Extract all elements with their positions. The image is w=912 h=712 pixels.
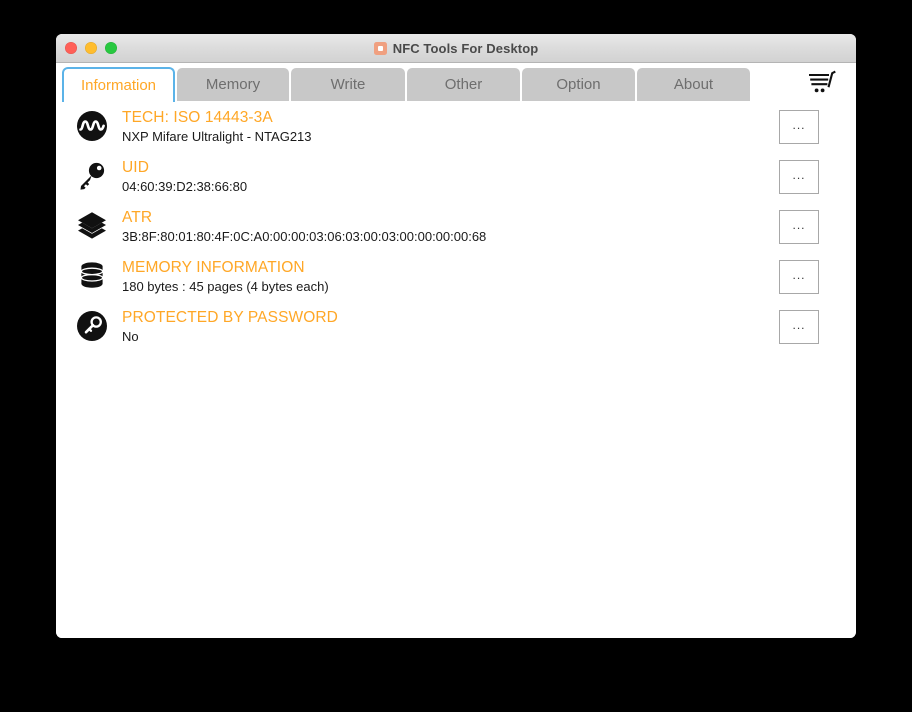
tab-option[interactable]: Option [522, 68, 635, 101]
info-row-value: 04:60:39:D2:38:66:80 [122, 178, 248, 194]
info-row-title: MEMORY INFORMATION [122, 258, 305, 276]
atr-more-button[interactable]: ... [779, 210, 819, 244]
info-row-atr: ATR 3B:8F:80:01:80:4F:0C:A0:00:00:03:06:… [56, 201, 856, 251]
tab-other[interactable]: Other [407, 68, 520, 101]
info-row-value: No [122, 328, 139, 344]
info-row-title: TECH: ISO 14443-3A [122, 108, 273, 126]
memory-more-button[interactable]: ... [779, 260, 819, 294]
tab-write[interactable]: Write [291, 68, 405, 101]
tab-label: Information [80, 77, 157, 94]
application-window: NFC Tools For Desktop Information Memory… [56, 34, 856, 638]
info-row-title: ATR [122, 208, 153, 226]
app-icon [373, 41, 387, 55]
info-row-value: 3B:8F:80:01:80:4F:0C:A0:00:00:03:06:03:0… [122, 228, 487, 244]
info-row-value: NXP Mifare Ultralight - NTAG213 [122, 128, 312, 144]
tab-information[interactable]: Information [62, 67, 175, 102]
database-icon [74, 258, 110, 294]
nfc-wave-icon [74, 108, 110, 144]
desktop-background: NFC Tools For Desktop Information Memory… [0, 0, 912, 712]
info-row-value: 180 bytes : 45 pages (4 bytes each) [122, 278, 329, 294]
info-row-tech: TECH: ISO 14443-3A NXP Mifare Ultralight… [56, 101, 856, 151]
info-row-memory: MEMORY INFORMATION 180 bytes : 45 pages … [56, 251, 856, 301]
uid-more-button[interactable]: ... [779, 160, 819, 194]
tab-about[interactable]: About [637, 68, 750, 101]
info-row-password: PROTECTED BY PASSWORD No ... [56, 301, 856, 351]
key-icon [74, 158, 110, 194]
minimize-button[interactable] [85, 42, 97, 54]
maximize-button[interactable] [105, 42, 117, 54]
shopping-cart-button[interactable] [804, 68, 840, 98]
tab-label: Write [330, 76, 366, 93]
tab-bar: Information Memory Write Other Option Ab… [56, 63, 856, 102]
info-row-text: ATR 3B:8F:80:01:80:4F:0C:A0:00:00:03:06:… [122, 208, 486, 245]
window-controls [65, 34, 117, 62]
information-panel: TECH: ISO 14443-3A NXP Mifare Ultralight… [56, 101, 856, 638]
info-row-text: PROTECTED BY PASSWORD No [122, 308, 338, 345]
tab-label: Other [444, 76, 483, 93]
window-title: NFC Tools For Desktop [392, 40, 539, 56]
window-title-group: NFC Tools For Desktop [56, 34, 856, 62]
info-row-title: PROTECTED BY PASSWORD [122, 308, 338, 326]
info-row-text: TECH: ISO 14443-3A NXP Mifare Ultralight… [122, 108, 312, 145]
info-row-text: MEMORY INFORMATION 180 bytes : 45 pages … [122, 258, 329, 295]
layers-icon [74, 208, 110, 244]
close-button[interactable] [65, 42, 77, 54]
tab-label: About [673, 76, 714, 93]
tab-memory[interactable]: Memory [177, 68, 289, 101]
tab-label: Memory [205, 76, 261, 93]
info-row-title: UID [122, 158, 149, 176]
tech-more-button[interactable]: ... [779, 110, 819, 144]
info-row-text: UID 04:60:39:D2:38:66:80 [122, 158, 247, 195]
password-key-icon [74, 308, 110, 344]
info-row-uid: UID 04:60:39:D2:38:66:80 ... [56, 151, 856, 201]
shopping-cart-icon [809, 70, 836, 93]
password-more-button[interactable]: ... [779, 310, 819, 344]
window-titlebar[interactable]: NFC Tools For Desktop [56, 34, 856, 63]
tab-label: Option [556, 76, 601, 93]
